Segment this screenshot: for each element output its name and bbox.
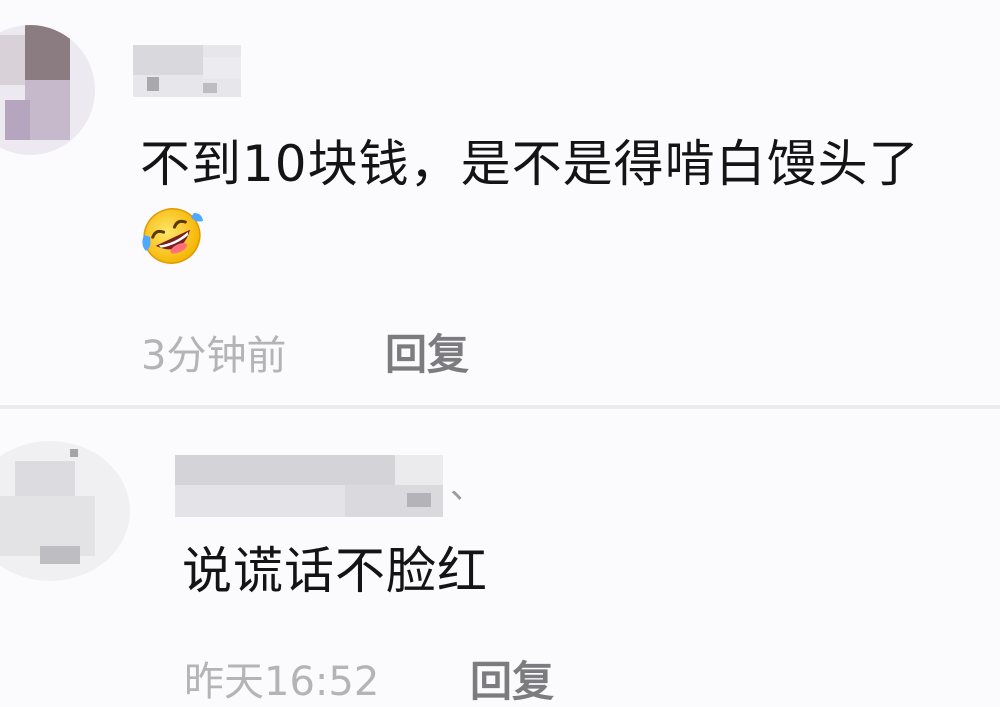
reply-button[interactable]: 回复 [385, 321, 469, 382]
comment-item: 、 说谎话不脸红 昨天16:52 回复 [0, 409, 1000, 707]
username-blurred[interactable] [175, 455, 443, 517]
username-suffix: 、 [450, 467, 484, 507]
username-blurred[interactable] [133, 45, 241, 97]
comment-text-content: 不到10块钱，是不是得啃白馒头了 [140, 135, 920, 193]
comment-item: 不到10块钱，是不是得啃白馒头了 3分钟前 回复 [0, 0, 1000, 405]
comment-list: 不到10块钱，是不是得啃白馒头了 3分钟前 回复 、 说谎话不脸红 昨天16:5… [0, 0, 1000, 707]
comment-timestamp: 昨天16:52 [184, 659, 380, 705]
comment-timestamp: 3分钟前 [141, 333, 287, 379]
avatar[interactable] [0, 441, 130, 581]
comment-text: 说谎话不脸红 [182, 542, 488, 600]
comment-text: 不到10块钱，是不是得啃白馒头了 [140, 124, 940, 290]
avatar[interactable] [0, 25, 95, 155]
reply-button[interactable]: 回复 [470, 648, 554, 707]
rofl-emoji-icon [140, 205, 204, 290]
